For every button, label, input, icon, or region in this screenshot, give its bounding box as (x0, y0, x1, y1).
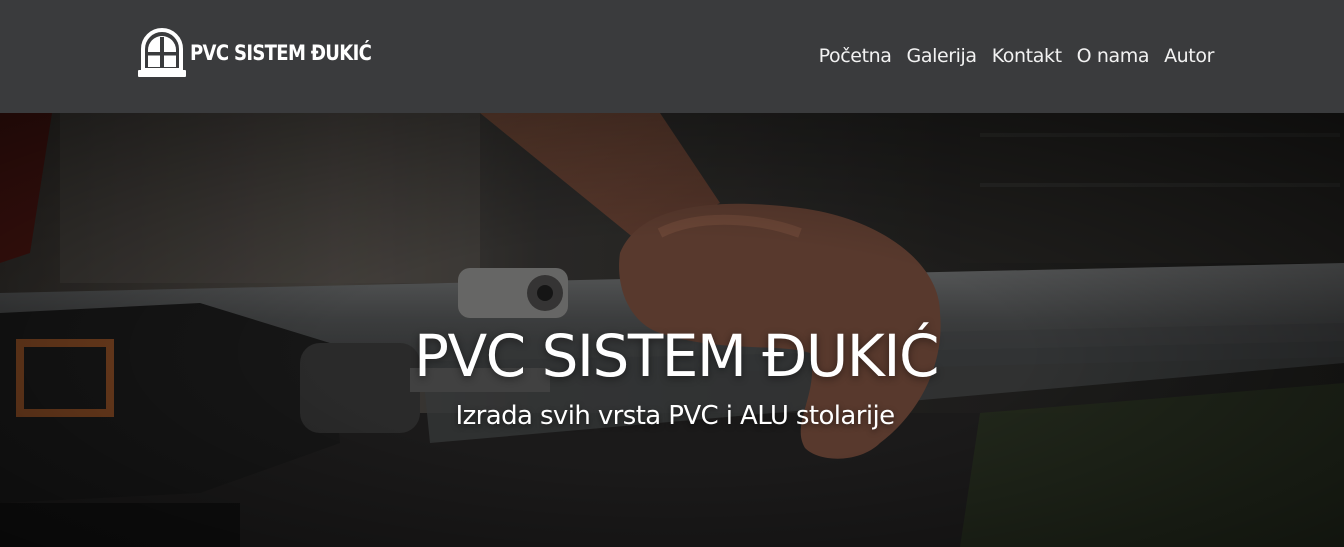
brand-name: PVC SISTEM ĐUKIĆ (190, 41, 372, 65)
nav-item-kontakt[interactable]: Kontakt (992, 43, 1062, 69)
hero-subtitle: Izrada svih vrsta PVC i ALU stolarije (455, 401, 896, 431)
nav-item-pocetna[interactable]: Početna (819, 43, 892, 69)
nav-item-galerija[interactable]: Galerija (907, 43, 978, 69)
brand-logo-link[interactable]: PVC SISTEM ĐUKIĆ (137, 27, 401, 79)
arched-window-icon (138, 28, 186, 77)
hero-section: PVC SISTEM ĐUKIĆ Izrada svih vrsta PVC i… (0, 113, 1344, 547)
nav-item-autor[interactable]: Autor (1164, 43, 1214, 69)
navbar: PVC SISTEM ĐUKIĆ Početna Galerija Kontak… (0, 0, 1344, 113)
nav-item-o-nama[interactable]: O nama (1077, 43, 1150, 69)
main-nav: Početna Galerija Kontakt O nama Autor (819, 43, 1215, 69)
hero-title: PVC SISTEM ĐUKIĆ (414, 322, 939, 390)
